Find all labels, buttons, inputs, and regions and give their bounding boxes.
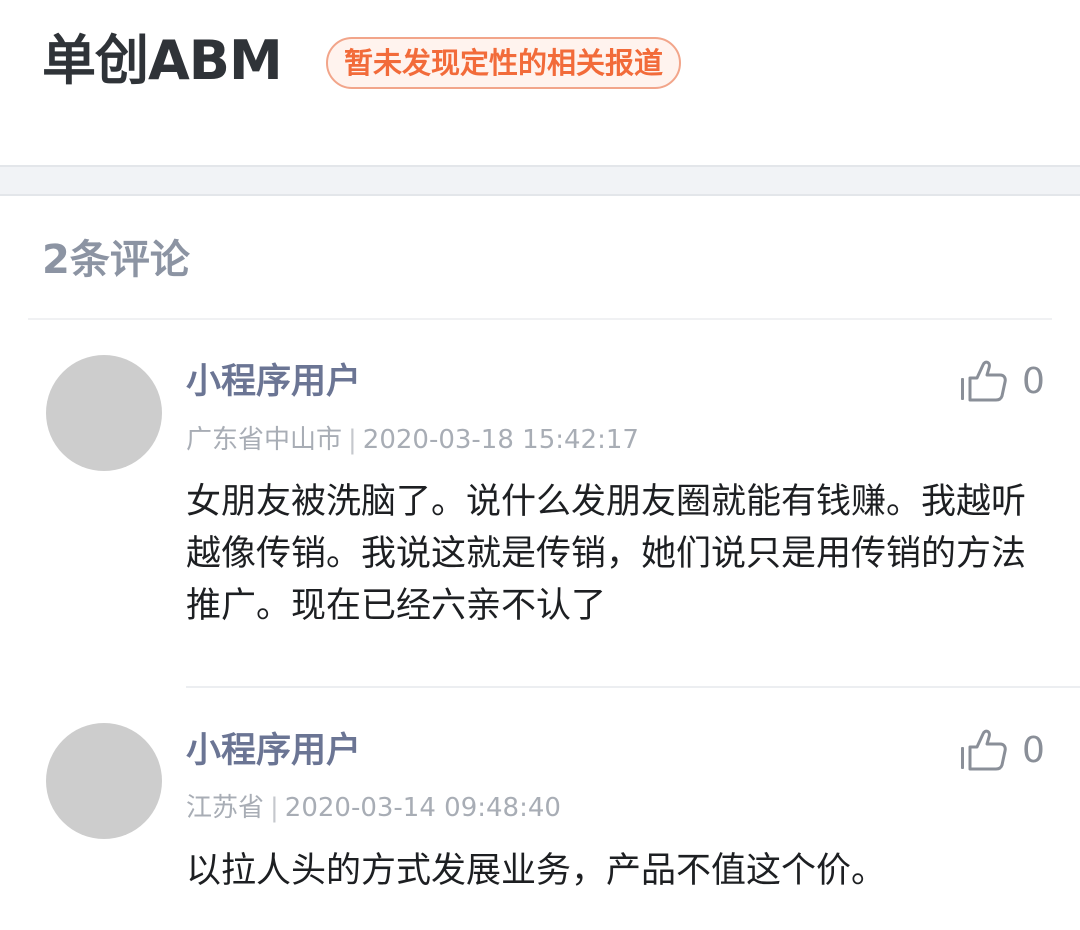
comment-username[interactable]: 小程序用户 — [186, 727, 361, 775]
like-button[interactable]: 0 — [958, 356, 1045, 408]
comment-location: 江苏省 — [186, 793, 265, 823]
comment-timestamp: 2020-03-18 15:42:17 — [362, 425, 639, 455]
comment-text: 以拉人头的方式发展业务，产品不值这个价。 — [186, 851, 887, 891]
meta-separator: | — [270, 793, 279, 823]
status-badge: 暂未发现定性的相关报道 — [326, 37, 682, 89]
company-name: 单创ABM — [42, 29, 283, 92]
comment-timestamp: 2020-03-14 09:48:40 — [284, 793, 561, 823]
comment-meta: 广东省中山市 | 2020-03-18 15:42:17 — [186, 422, 639, 458]
comments-count-title: 2条评论 — [42, 237, 190, 283]
divider — [28, 318, 1052, 320]
comment-username[interactable]: 小程序用户 — [186, 358, 361, 406]
comment-divider — [186, 686, 1080, 688]
section-divider — [0, 165, 1080, 196]
thumbs-up-icon — [961, 729, 1007, 771]
comment-location: 广东省中山市 — [186, 425, 343, 455]
avatar[interactable] — [46, 723, 162, 839]
company-header: 单创ABM 暂未发现定性的相关报道 — [0, 0, 1080, 165]
like-count: 0 — [1022, 361, 1045, 402]
meta-separator: | — [348, 425, 357, 455]
comment-text: 女朋友被洗脑了。说什么发朋友圈就能有钱赚。我越听越像传销。我说这就是传销，她们说… — [186, 482, 1027, 626]
avatar[interactable] — [46, 355, 162, 471]
like-button[interactable]: 0 — [958, 725, 1045, 777]
like-count: 0 — [1022, 730, 1045, 771]
comment-meta: 江苏省 | 2020-03-14 09:48:40 — [186, 790, 561, 826]
thumbs-up-icon — [961, 360, 1007, 402]
company-comments-page: 单创ABM 暂未发现定性的相关报道 2条评论 小程序用户 广东省中山市 | 2020… — [0, 0, 1080, 930]
